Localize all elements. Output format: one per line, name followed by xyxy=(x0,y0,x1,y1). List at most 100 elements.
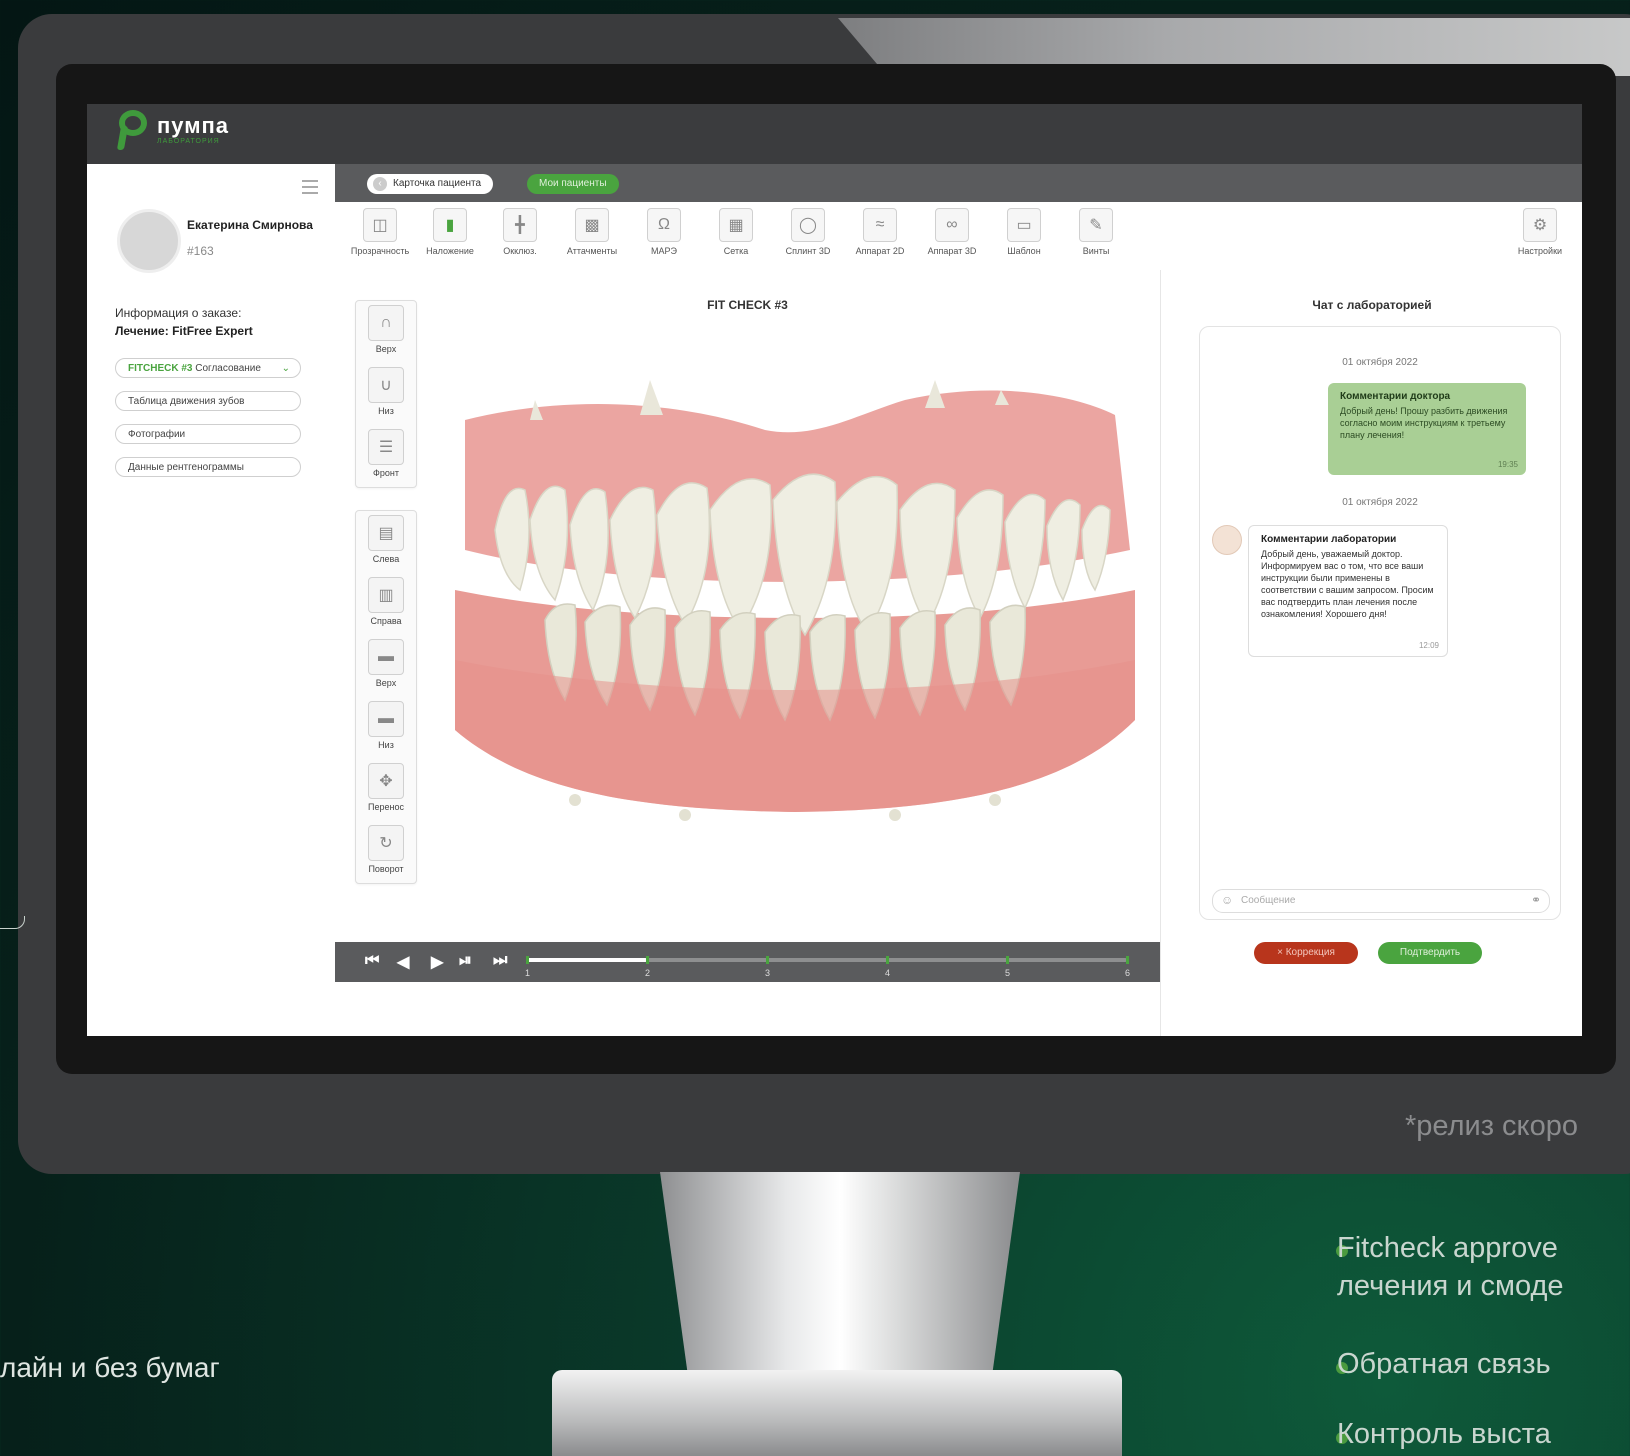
chat-title: Чат с лабораторией xyxy=(1312,298,1432,312)
attachments-icon: ▩ xyxy=(575,208,609,242)
mare-icon: Ω xyxy=(647,208,681,242)
app-logo[interactable]: пумпа ЛАБОРАТОРИЯ xyxy=(115,108,229,152)
view-bottom-button[interactable]: ∪ Низ xyxy=(356,367,416,425)
tooth-movement-link[interactable]: Таблица движения зубов xyxy=(115,391,301,411)
bullet-3: Контроль выста xyxy=(1337,1418,1551,1450)
date-divider: 01 октября 2022 xyxy=(1342,357,1418,368)
tool-apparatus-2d[interactable]: ≈ Аппарат 2D xyxy=(845,208,915,256)
confirm-button[interactable]: Подтвердить xyxy=(1378,942,1482,964)
view-upper-button[interactable]: ▬ Верх xyxy=(356,639,416,697)
tab-my-patients[interactable]: Мои пациенты xyxy=(527,174,619,194)
timeline-tick[interactable] xyxy=(766,956,769,964)
view-lower-button[interactable]: ▬ Низ xyxy=(356,701,416,759)
dental-3d-model[interactable] xyxy=(435,360,1145,860)
bullet-1-cont: лечения и смоде xyxy=(1337,1270,1564,1302)
tab-patient-card[interactable]: ‹ Карточка пациента xyxy=(367,174,494,194)
right-view-icon: ▥ xyxy=(368,577,404,613)
timeline-tick[interactable] xyxy=(526,956,529,964)
lower-jaw-icon: ∪ xyxy=(368,367,404,403)
tool-label: Аттачменты xyxy=(566,246,618,256)
tool-mare[interactable]: Ω МАРЭ xyxy=(629,208,699,256)
tool-apparatus-3d[interactable]: ∞ Аппарат 3D xyxy=(917,208,987,256)
lab-avatar xyxy=(1212,525,1242,555)
doctor-message: Комментарии доктора Добрый день! Прошу р… xyxy=(1328,383,1526,475)
tool-grid[interactable]: ▦ Сетка xyxy=(701,208,771,256)
back-arrow-icon: ‹ xyxy=(373,177,387,191)
view-top-button[interactable]: ∩ Верх xyxy=(356,305,416,363)
tool-attachments[interactable]: ▩ Аттачменты xyxy=(557,208,627,256)
rotate-button[interactable]: ↻ Поворот xyxy=(356,825,416,883)
view-front-button[interactable]: ☰ Фронт xyxy=(356,429,416,487)
timeline-tick[interactable] xyxy=(646,956,649,964)
upper-view-icon: ▬ xyxy=(368,639,404,675)
splint-icon: ◯ xyxy=(791,208,825,242)
correction-button[interactable]: × Коррекция xyxy=(1254,942,1358,964)
emoji-icon[interactable]: ☺ xyxy=(1221,893,1233,907)
view-tool-label: Фронт xyxy=(373,468,399,478)
tools-toolbar: ◫ Прозрачность ▮ Наложение ╋ Окклюз. ▩ Аттач… xyxy=(335,202,1582,271)
fitcheck-tag: FITCHECK #3 xyxy=(128,363,193,374)
photos-link[interactable]: Фотографии xyxy=(115,424,301,444)
pan-button[interactable]: ✥ Перенос xyxy=(356,763,416,821)
monitor-stand xyxy=(660,1172,1020,1382)
skip-end-icon[interactable]: ⏭ xyxy=(493,952,507,970)
play-pause-icon[interactable]: ⏯ xyxy=(459,952,472,970)
view-tools-group: ∩ Верх ∪ Низ ☰ Фронт xyxy=(355,300,417,488)
avatar xyxy=(117,209,181,273)
attach-icon[interactable]: ⚭ xyxy=(1531,893,1541,907)
logo-name: пумпа xyxy=(157,113,230,138)
occlusion-icon: ╋ xyxy=(503,208,537,242)
chevron-down-icon: ⌄ xyxy=(281,363,290,374)
lab-message-title: Комментарии лаборатории xyxy=(1261,534,1397,545)
timeline-progress xyxy=(527,958,647,962)
settings-button[interactable]: ⚙ Настройки xyxy=(1505,208,1575,256)
doctor-message-time: 19:35 xyxy=(1497,460,1518,469)
timeline-slider[interactable]: 1 2 3 4 5 6 xyxy=(525,956,1130,978)
timeline-tick[interactable] xyxy=(886,956,889,964)
correction-label: Коррекция xyxy=(1285,947,1335,958)
timeline-tick[interactable] xyxy=(1126,956,1129,964)
order-info-label: Информация о заказе: xyxy=(115,306,242,320)
screws-icon: ✎ xyxy=(1079,208,1113,242)
view-right-button[interactable]: ▥ Справа xyxy=(356,577,416,635)
tool-splint[interactable]: ◯ Сплинт 3D xyxy=(773,208,843,256)
patient-sidebar: Екатерина Смирнова #163 Информация о зак… xyxy=(87,164,336,1036)
tool-template[interactable]: ▭ Шаблон xyxy=(989,208,1059,256)
tool-label: Винты xyxy=(1082,246,1110,256)
rotate-icon: ↻ xyxy=(368,825,404,861)
message-input[interactable]: ☺ Сообщение ⚭ xyxy=(1212,889,1550,913)
logo-subtitle: ЛАБОРАТОРИЯ xyxy=(157,138,220,145)
gear-icon: ⚙ xyxy=(1523,208,1557,242)
tool-transparency[interactable]: ◫ Прозрачность xyxy=(345,208,415,256)
play-icon[interactable]: ▶ xyxy=(431,952,443,972)
timeline-step-label: 2 xyxy=(645,968,651,978)
tool-label: Аппарат 2D xyxy=(855,246,905,256)
tool-label: Шаблон xyxy=(1007,246,1041,256)
view-tool-label: Верх xyxy=(375,344,397,354)
bullet-2: Обратная связь xyxy=(1337,1348,1551,1380)
viewer-title: FIT CHECK #3 xyxy=(707,298,788,312)
app-screen: пумпа ЛАБОРАТОРИЯ Екатерина Смирнова #16… xyxy=(87,104,1582,1036)
fitcheck-select[interactable]: FITCHECK #3 Согласование ⌄ xyxy=(115,358,301,378)
tool-label: Прозрачность xyxy=(350,246,410,256)
step-back-icon[interactable]: ◀ xyxy=(397,952,409,972)
lab-message: Комментарии лаборатории Добрый день, ува… xyxy=(1248,525,1448,657)
move-icon: ✥ xyxy=(368,763,404,799)
fitcheck-status: Согласование xyxy=(195,363,261,374)
model-viewer: FIT CHECK #3 ∩ Верх ∪ Низ ☰ Фронт ▤ Слева ▥ С… xyxy=(335,270,1160,1036)
tool-overlay[interactable]: ▮ Наложение xyxy=(415,208,485,256)
tool-label: Сплинт 3D xyxy=(785,246,831,256)
timeline-step-label: 3 xyxy=(765,968,771,978)
transparency-icon: ◫ xyxy=(363,208,397,242)
release-note: *релиз скоро xyxy=(1405,1110,1578,1142)
tool-screws[interactable]: ✎ Винты xyxy=(1061,208,1131,256)
side-tool-label: Перенос xyxy=(368,802,404,812)
xray-link[interactable]: Данные рентгенограммы xyxy=(115,457,301,477)
timeline-tick[interactable] xyxy=(1006,956,1009,964)
timeline-step-label: 5 xyxy=(1005,968,1011,978)
view-left-button[interactable]: ▤ Слева xyxy=(356,515,416,573)
skip-start-icon[interactable]: ⏮ xyxy=(365,952,379,970)
menu-icon[interactable] xyxy=(302,180,318,194)
playback-bar: ⏮ ◀ ▶ ⏯ ⏭ 1 2 3 4 5 6 xyxy=(335,942,1160,982)
tool-occlusion[interactable]: ╋ Окклюз. xyxy=(485,208,555,256)
